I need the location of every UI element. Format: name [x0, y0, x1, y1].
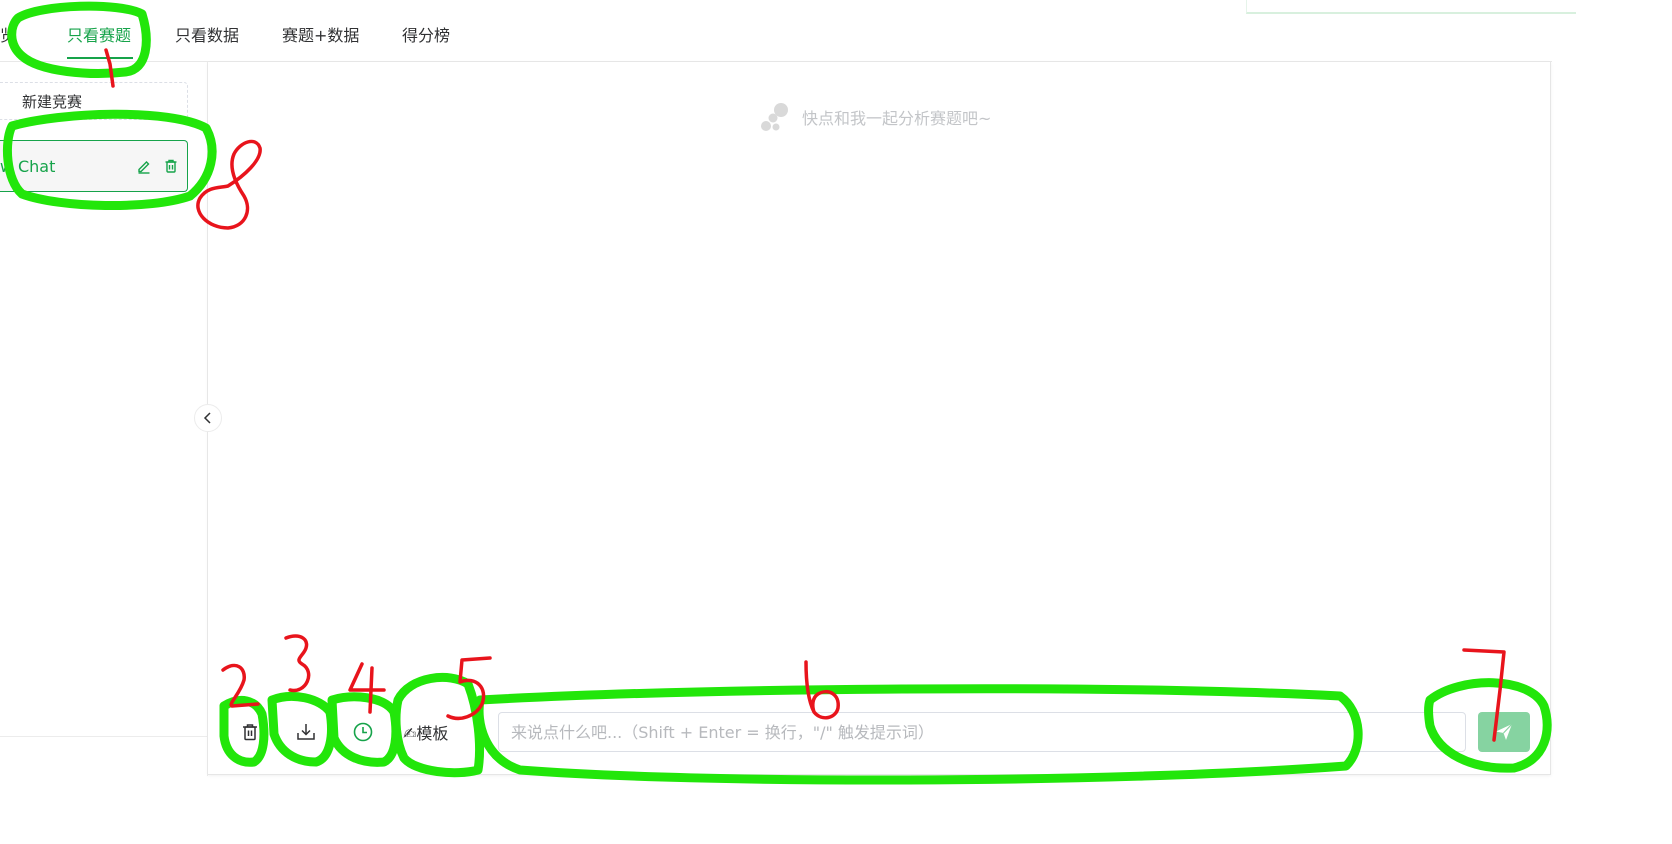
- template-button[interactable]: ✍模板: [403, 712, 448, 752]
- chat-panel: 快点和我一起分析赛题吧~ ✍模板: [208, 62, 1551, 775]
- empty-chat-hint: 快点和我一起分析赛题吧~: [760, 102, 991, 132]
- collapse-sidebar-button[interactable]: [194, 404, 222, 432]
- tab-bar: 预览 只看赛题 只看数据 赛题+数据 得分榜: [0, 0, 1552, 62]
- empty-hint-text: 快点和我一起分析赛题吧~: [802, 109, 992, 128]
- trash-icon: [243, 724, 257, 741]
- download-icon: [297, 724, 315, 740]
- tab-competition-only[interactable]: 只看赛题: [67, 24, 131, 48]
- download-button[interactable]: [286, 712, 326, 752]
- prompt-input[interactable]: [498, 712, 1466, 752]
- input-toolbar: ✍模板: [208, 710, 1550, 754]
- tab-competition-and-data[interactable]: 赛题+数据: [282, 24, 359, 48]
- history-button[interactable]: [343, 712, 383, 752]
- new-competition-button[interactable]: 新建竞赛: [0, 82, 188, 120]
- clock-icon: [353, 722, 373, 742]
- sidebar-divider: [0, 736, 207, 737]
- chevron-left-icon: [203, 412, 211, 424]
- tab-preview[interactable]: 预览: [0, 24, 16, 48]
- send-button[interactable]: [1478, 712, 1530, 752]
- tab-leaderboard[interactable]: 得分榜: [402, 24, 450, 48]
- chat-list-item[interactable]: New Chat: [0, 140, 188, 192]
- active-tab-indicator: [67, 57, 133, 59]
- template-label: ✍模板: [403, 724, 449, 743]
- trash-icon[interactable]: [163, 158, 179, 174]
- sidebar: 新建竞赛 New Chat: [0, 62, 208, 776]
- dots-logo-icon: [761, 103, 788, 131]
- chat-item-title: New Chat: [0, 156, 56, 176]
- edit-icon[interactable]: [136, 158, 152, 174]
- tab-data-only[interactable]: 只看数据: [175, 24, 239, 48]
- clear-chat-button[interactable]: [230, 712, 270, 752]
- new-competition-label: 新建竞赛: [22, 92, 83, 111]
- send-icon: [1496, 723, 1513, 740]
